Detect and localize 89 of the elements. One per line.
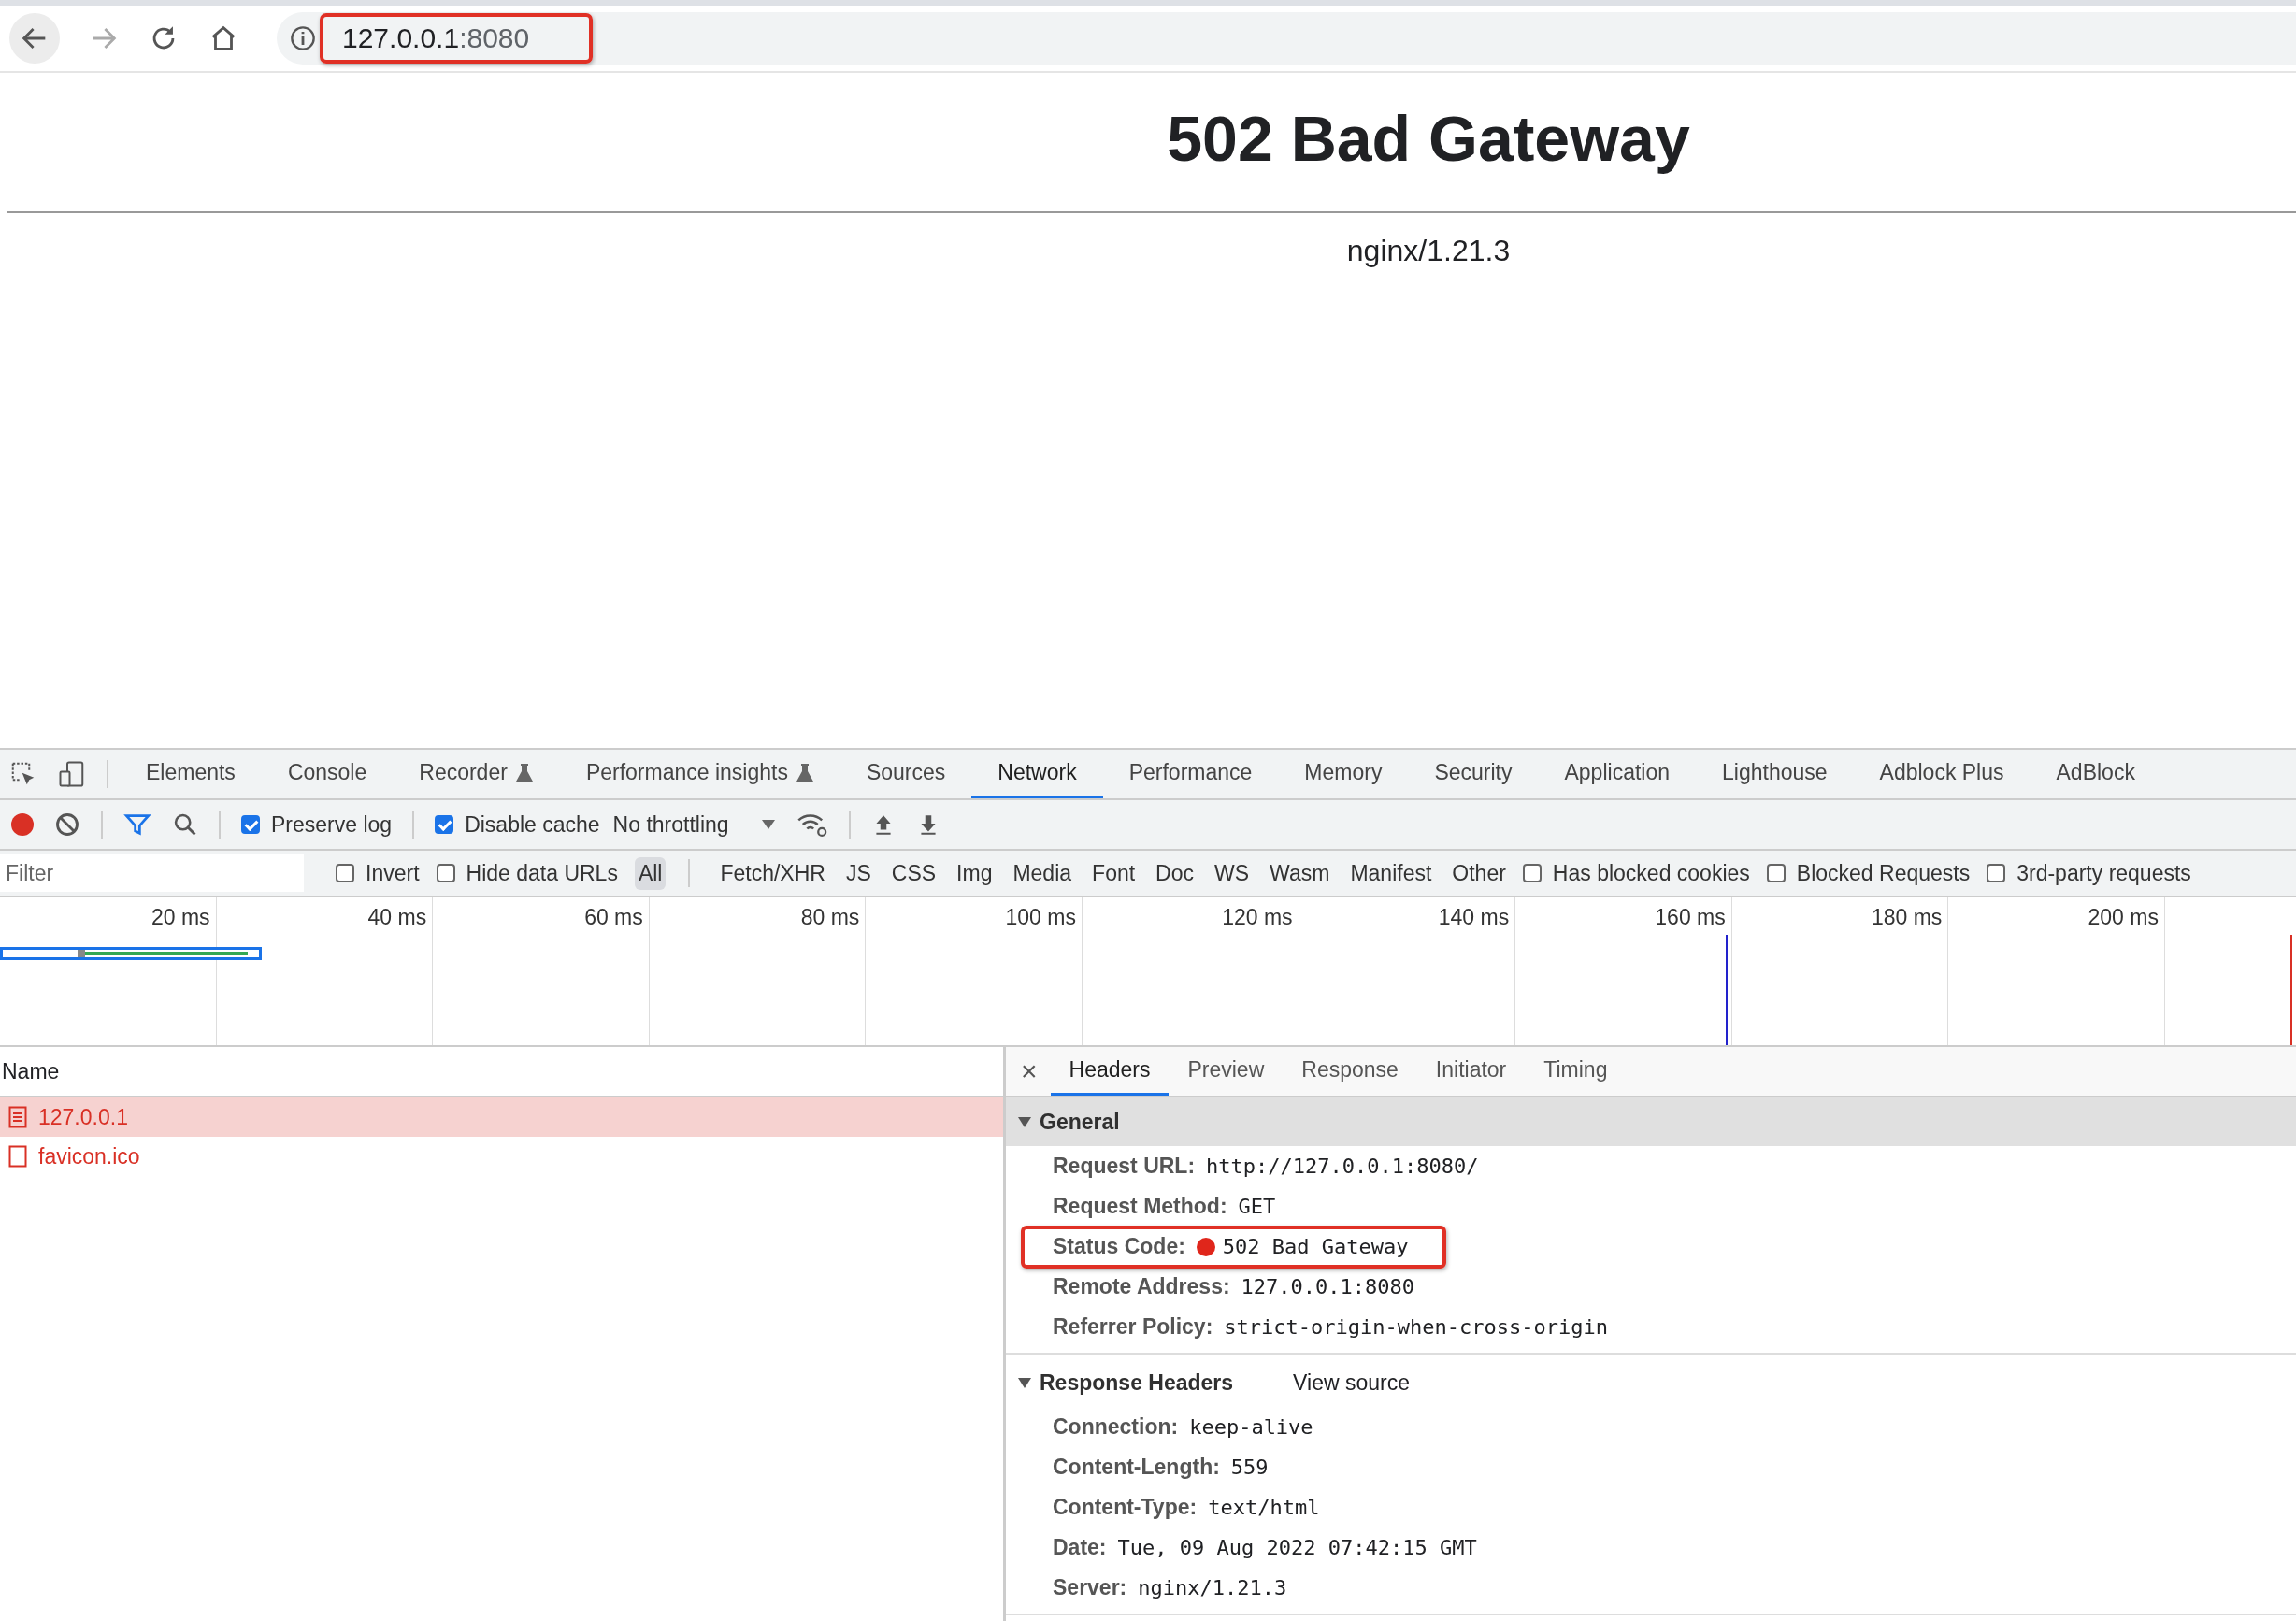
devtools-tab[interactable]: Lighthouse <box>1696 750 1854 798</box>
type-filter[interactable]: Wasm <box>1266 856 1334 890</box>
devtools-tab[interactable]: Adblock Plus <box>1853 750 2031 798</box>
time-tick: 140 ms <box>1438 905 1510 929</box>
header-value: 502 Bad Gateway <box>1222 1235 1409 1258</box>
header-name: Status Code: <box>1053 1234 1185 1259</box>
address-bar[interactable]: 127.0.0.1:8080 <box>277 12 2296 65</box>
type-filter[interactable]: Manifest <box>1346 856 1436 890</box>
triangle-icon[interactable] <box>1017 1115 1032 1128</box>
view-source-link[interactable]: View source <box>1293 1370 1410 1396</box>
header-name: Connection: <box>1053 1414 1179 1440</box>
triangle-icon[interactable] <box>1017 1376 1032 1389</box>
header-value: keep-alive <box>1189 1415 1313 1439</box>
type-filter[interactable]: Font <box>1088 856 1140 890</box>
devtools-tab[interactable]: Console <box>261 750 394 798</box>
filter-checkbox[interactable]: 3rd-party requests <box>1987 860 2191 886</box>
devtools-tab[interactable]: AdBlock <box>2030 750 2161 798</box>
filter-checkbox[interactable]: Blocked Requests <box>1766 860 1971 886</box>
type-filter[interactable]: JS <box>841 856 875 890</box>
back-icon[interactable] <box>9 13 60 64</box>
type-filter[interactable]: CSS <box>887 856 940 890</box>
type-filter[interactable]: Media <box>1009 856 1076 890</box>
record-button[interactable] <box>11 813 34 836</box>
filter-icon[interactable] <box>123 811 151 838</box>
header-name: Referrer Policy: <box>1053 1314 1213 1340</box>
time-tick: 80 ms <box>800 905 860 929</box>
devtools-tab[interactable]: Recorder <box>393 750 560 798</box>
type-filter[interactable]: WS <box>1211 856 1254 890</box>
time-tick: 160 ms <box>1655 905 1726 929</box>
details-tab[interactable]: Timing <box>1525 1047 1627 1096</box>
header-name: Request URL: <box>1053 1154 1196 1179</box>
column-header: Name <box>2 1058 60 1084</box>
request-row[interactable]: favicon.ico <box>0 1137 1003 1176</box>
page-heading: 502 Bad Gateway <box>1166 102 1691 176</box>
header-value: text/html <box>1208 1496 1320 1519</box>
disable-cache-checkbox[interactable]: Disable cache <box>435 811 600 838</box>
header-name: Server: <box>1053 1575 1127 1600</box>
file-icon <box>8 1145 27 1168</box>
filter-checkbox[interactable]: Has blocked cookies <box>1522 860 1750 886</box>
devtools-tab[interactable]: Sources <box>839 750 972 798</box>
details-tab[interactable]: Response <box>1283 1047 1417 1096</box>
time-tick: 60 ms <box>584 905 643 929</box>
throttling-dropdown[interactable]: No throttling <box>612 811 776 838</box>
header-value: GET <box>1238 1195 1276 1218</box>
header-value: strict-origin-when-cross-origin <box>1224 1315 1608 1339</box>
devtools-tab[interactable]: Performance <box>1102 750 1279 798</box>
filter-field[interactable]: Filter <box>0 854 304 892</box>
clear-icon[interactable] <box>54 811 80 838</box>
devtools-tab[interactable]: Elements <box>120 750 262 798</box>
devtools-tab[interactable]: Security <box>1408 750 1539 798</box>
header-value: 127.0.0.1:8080 <box>1241 1275 1415 1298</box>
section-title[interactable]: General <box>1040 1109 1120 1135</box>
time-tick: 200 ms <box>2088 905 2159 929</box>
device-icon[interactable] <box>58 760 86 788</box>
time-tick: 180 ms <box>1871 905 1943 929</box>
info-icon[interactable] <box>290 25 316 51</box>
header-name: Content-Type: <box>1053 1495 1198 1520</box>
header-value: 559 <box>1230 1456 1269 1479</box>
server-version: nginx/1.21.3 <box>1345 234 1512 268</box>
document-icon <box>8 1106 27 1128</box>
filter-checkbox[interactable]: Hide data URLs <box>436 860 618 886</box>
filter-checkbox[interactable]: Invert <box>336 860 420 886</box>
header-name: Remote Address: <box>1053 1274 1230 1299</box>
header-value: Tue, 09 Aug 2022 07:42:15 GMT <box>1117 1536 1477 1559</box>
time-tick: 120 ms <box>1222 905 1293 929</box>
header-name: Request Method: <box>1053 1194 1227 1219</box>
details-tab[interactable]: Preview <box>1169 1047 1284 1096</box>
type-filter[interactable]: Doc <box>1152 856 1198 890</box>
header-value: nginx/1.21.3 <box>1138 1576 1287 1599</box>
time-tick: 40 ms <box>367 905 427 929</box>
url-text[interactable]: 127.0.0.1:8080 <box>342 22 530 54</box>
devtools-tab[interactable]: Memory <box>1278 750 1409 798</box>
header-value: http://127.0.0.1:8080/ <box>1206 1155 1479 1178</box>
caret-icon <box>760 819 776 830</box>
time-tick: 20 ms <box>151 905 210 929</box>
details-tab[interactable]: Initiator <box>1416 1047 1526 1096</box>
devtools-tab[interactable]: Application <box>1538 750 1696 798</box>
devtools-tab[interactable]: Performance insights <box>559 750 840 798</box>
type-filter[interactable]: Fetch/XHR <box>716 856 829 890</box>
search-icon[interactable] <box>172 811 198 838</box>
header-name: Content-Length: <box>1053 1455 1220 1480</box>
header-name: Date: <box>1053 1535 1107 1560</box>
type-filter[interactable]: Img <box>953 856 997 890</box>
preserve-log-checkbox[interactable]: Preserve log <box>241 811 393 838</box>
close-button[interactable]: × <box>1006 1055 1051 1087</box>
type-filter[interactable]: Other <box>1448 856 1510 890</box>
type-filter[interactable]: All <box>634 856 667 890</box>
time-tick: 100 ms <box>1005 905 1076 929</box>
section-title[interactable]: Response Headers <box>1040 1370 1234 1396</box>
